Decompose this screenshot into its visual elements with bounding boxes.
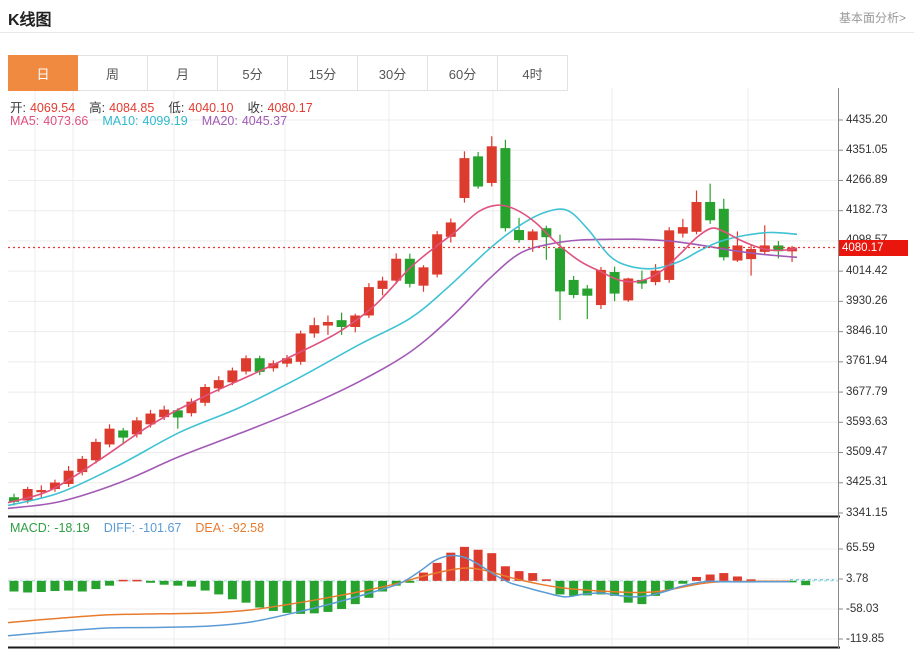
tab-周[interactable]: 周 <box>78 55 148 91</box>
macd-label: MACD: <box>10 521 50 535</box>
tab-15分[interactable]: 15分 <box>288 55 358 91</box>
tab-60分[interactable]: 60分 <box>428 55 498 91</box>
header-divider <box>0 32 914 33</box>
ma5-label: MA5: <box>10 114 39 128</box>
interval-tab-bar: 日周月5分15分30分60分4时 <box>8 55 568 91</box>
y-axis-label: 4351.05 <box>846 144 888 157</box>
y-axis-label: -119.85 <box>846 633 884 646</box>
page-title: K线图 <box>8 6 52 30</box>
macd-legend: MACD: -18.19 DIFF: -101.67 DEA: -92.58 <box>10 521 268 535</box>
y-axis-label: 3341.15 <box>846 507 888 520</box>
y-axis-label: 3846.10 <box>846 325 888 338</box>
close-label: 收: <box>248 101 264 115</box>
diff-label: DIFF: <box>104 521 135 535</box>
close-value: 4080.17 <box>268 101 313 115</box>
ma10-value: 4099.19 <box>143 114 188 128</box>
y-axis-label: 3509.47 <box>846 446 888 459</box>
tab-日[interactable]: 日 <box>8 55 78 91</box>
y-axis-label: 3930.26 <box>846 295 888 308</box>
diff-value: -101.67 <box>139 521 181 535</box>
y-axis-label: 3.78 <box>846 573 868 586</box>
low-label: 低: <box>168 101 184 115</box>
macd-value: -18.19 <box>54 521 89 535</box>
y-axis-label: 3593.63 <box>846 416 888 429</box>
fundamental-analysis-link[interactable]: 基本面分析> <box>839 9 906 26</box>
tab-4时[interactable]: 4时 <box>498 55 568 91</box>
y-axis-label: 65.59 <box>846 542 875 555</box>
y-axis-label: 4182.73 <box>846 204 888 217</box>
y-axis-label: 4266.89 <box>846 174 888 187</box>
current-price-tag: 4080.17 <box>839 240 908 256</box>
y-axis-label: -58.03 <box>846 603 879 616</box>
kline-app: K线图 基本面分析> 日周月5分15分30分60分4时 开:4069.54高:4… <box>0 0 914 651</box>
y-axis-label: 3677.79 <box>846 386 888 399</box>
dea-value: -92.58 <box>229 521 264 535</box>
ma20-label: MA20: <box>202 114 238 128</box>
high-label: 高: <box>89 101 105 115</box>
open-value: 4069.54 <box>30 101 75 115</box>
ma-legend: MA5: 4073.66 MA10: 4099.19 MA20: 4045.37 <box>10 114 291 128</box>
low-value: 4040.10 <box>188 101 233 115</box>
tab-30分[interactable]: 30分 <box>358 55 428 91</box>
ma10-label: MA10: <box>102 114 138 128</box>
high-value: 4084.85 <box>109 101 154 115</box>
dea-label: DEA: <box>195 521 224 535</box>
y-axis-label: 4435.20 <box>846 114 888 127</box>
y-axis-label: 4014.42 <box>846 265 888 278</box>
ma5-value: 4073.66 <box>43 114 88 128</box>
open-label: 开: <box>10 101 26 115</box>
tab-月[interactable]: 月 <box>148 55 218 91</box>
y-axis-label: 3425.31 <box>846 476 888 489</box>
y-axis-label: 3761.94 <box>846 355 888 368</box>
ma20-value: 4045.37 <box>242 114 287 128</box>
tab-5分[interactable]: 5分 <box>218 55 288 91</box>
